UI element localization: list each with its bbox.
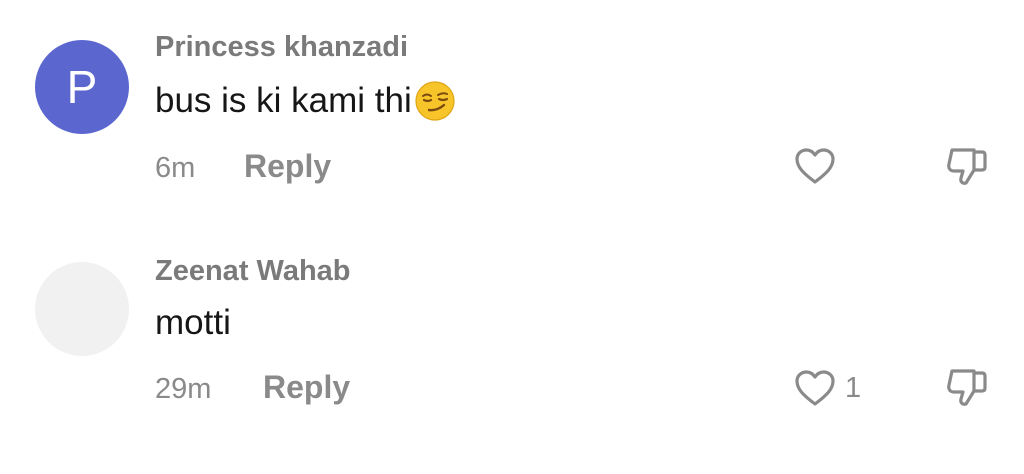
comment-timestamp: 6m xyxy=(155,152,196,184)
comment-text: bus is ki kami thi xyxy=(155,80,456,122)
comment-text: motti xyxy=(155,303,231,343)
comment-author[interactable]: Princess khanzadi xyxy=(155,31,408,64)
comment-item: P Princess khanzadi bus is ki kami thi 6… xyxy=(0,0,1024,230)
thumbs-down-outline-icon[interactable] xyxy=(944,365,990,409)
comment-text-content: bus is ki kami thi xyxy=(155,81,412,120)
heart-outline-icon[interactable] xyxy=(793,146,837,186)
avatar-letter: P xyxy=(66,61,98,113)
thumbs-down-outline-icon[interactable] xyxy=(944,144,990,188)
reply-button[interactable]: Reply xyxy=(263,369,350,406)
reply-button[interactable]: Reply xyxy=(244,148,331,185)
comment-text-content: motti xyxy=(155,303,231,342)
heart-outline-icon[interactable] xyxy=(793,368,837,408)
avatar[interactable]: P xyxy=(35,40,129,134)
comment-timestamp: 29m xyxy=(155,373,212,405)
avatar[interactable] xyxy=(35,262,129,356)
like-count: 1 xyxy=(845,372,862,404)
comment-author[interactable]: Zeenat Wahab xyxy=(155,255,351,288)
smirking-face-icon xyxy=(415,81,455,121)
comment-item: Zeenat Wahab motti 29m Reply 1 xyxy=(0,230,1024,474)
